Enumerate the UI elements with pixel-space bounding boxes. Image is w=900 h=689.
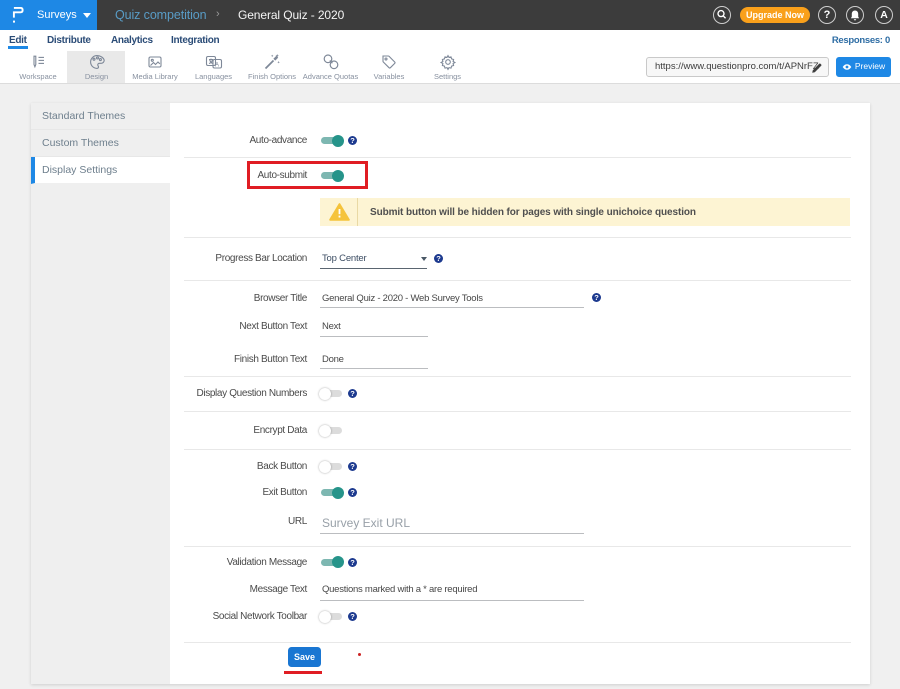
svg-text:A: A (215, 63, 219, 69)
